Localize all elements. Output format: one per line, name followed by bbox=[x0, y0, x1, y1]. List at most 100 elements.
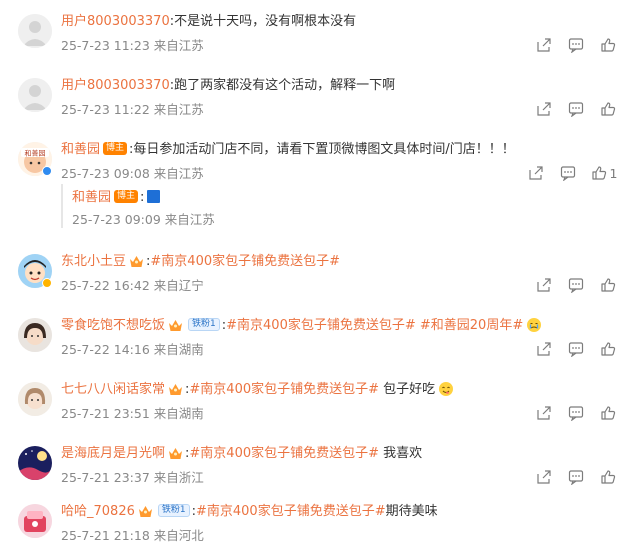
author-badge: 博主 bbox=[114, 190, 139, 203]
comment-meta: 25-7-23 11:22 来自江苏 bbox=[61, 102, 204, 117]
crying-emoji-icon bbox=[527, 317, 542, 332]
username-link[interactable]: 和善园 bbox=[72, 190, 111, 205]
comment-text: :跑了两家都没有这个活动，解释一下啊 bbox=[169, 78, 396, 93]
comment-item: 和善园 和善园 博主:每日参加活动门店不同，请看下置顶微博图文具体时间/门店！！！… bbox=[0, 128, 642, 192]
comment-item: 哈哈_70826 铁粉1:#南京400家包子铺免费送包子#期待美味 25-7-21… bbox=[0, 490, 642, 554]
comment-icon bbox=[568, 470, 584, 485]
like-button[interactable] bbox=[592, 275, 624, 295]
share-icon bbox=[537, 102, 551, 116]
image-icon[interactable] bbox=[147, 190, 161, 203]
hashtag-link[interactable]: #南京400家包子铺免费送包子# bbox=[150, 254, 340, 269]
share-button[interactable] bbox=[528, 35, 560, 55]
share-button[interactable] bbox=[528, 99, 560, 119]
comment-text: 包子好吃 bbox=[379, 382, 436, 397]
like-button[interactable] bbox=[592, 99, 624, 119]
username-link[interactable]: 用户8003003370 bbox=[61, 14, 170, 29]
comment-text-line: 东北小土豆:#南京400家包子铺免费送包子# bbox=[61, 252, 340, 272]
comment-item: 用户8003003370:跑了两家都没有这个活动，解释一下啊 25-7-23 1… bbox=[0, 64, 642, 128]
comment-button[interactable] bbox=[560, 339, 592, 359]
share-button[interactable] bbox=[520, 163, 552, 183]
comment-item: 七七八八闲话家常:#南京400家包子铺免费送包子# 包子好吃 25-7-21 2… bbox=[0, 368, 642, 432]
yummy-emoji-icon bbox=[439, 381, 454, 396]
avatar[interactable] bbox=[18, 446, 52, 480]
like-icon bbox=[601, 102, 616, 116]
verified-icon bbox=[42, 166, 52, 176]
fan-badge: 铁粉1 bbox=[157, 504, 190, 517]
like-icon bbox=[601, 342, 616, 356]
share-icon bbox=[537, 342, 551, 356]
comment-icon bbox=[568, 102, 584, 117]
hashtag-link[interactable]: #南京400家包子铺免费送包子# bbox=[226, 318, 416, 333]
username-link[interactable]: 用户8003003370 bbox=[61, 78, 170, 93]
share-button[interactable] bbox=[528, 339, 560, 359]
share-icon bbox=[537, 38, 551, 52]
avatar[interactable] bbox=[18, 382, 52, 416]
like-button[interactable] bbox=[592, 35, 624, 55]
comment-button[interactable] bbox=[552, 163, 584, 183]
comment-text-line: 和善园 博主:每日参加活动门店不同，请看下置顶微博图文具体时间/门店！！！ bbox=[61, 140, 515, 160]
share-button[interactable] bbox=[528, 467, 560, 487]
comment-actions bbox=[528, 99, 624, 119]
comment-meta: 25-7-21 21:18 来自河北 bbox=[61, 528, 204, 543]
hashtag-link[interactable]: #南京400家包子铺免费送包子# bbox=[189, 446, 379, 461]
comment-actions bbox=[528, 35, 624, 55]
like-icon bbox=[591, 166, 606, 180]
crown-icon bbox=[169, 319, 183, 331]
comment-button[interactable] bbox=[560, 275, 592, 295]
username-link[interactable]: 是海底月是月光啊 bbox=[61, 446, 165, 461]
username-link[interactable]: 哈哈_70826 bbox=[61, 504, 135, 519]
comment-button[interactable] bbox=[560, 35, 592, 55]
avatar[interactable] bbox=[18, 14, 52, 48]
comment-meta: 25-7-23 09:08 来自江苏 bbox=[61, 166, 204, 181]
reply-text-line: 和善园 博主: bbox=[72, 188, 161, 208]
comment-icon bbox=[568, 406, 584, 421]
comment-item: 用户8003003370:不是说十天吗，没有啊根本没有 25-7-23 11:2… bbox=[0, 0, 642, 64]
comment-text-line: 是海底月是月光啊:#南京400家包子铺免费送包子# 我喜欢 bbox=[61, 444, 422, 464]
comment-text-line: 哈哈_70826 铁粉1:#南京400家包子铺免费送包子#期待美味 bbox=[61, 502, 438, 522]
comment-text-line: 零食吃饱不想吃饭 铁粉1:#南京400家包子铺免费送包子# #和善园20周年# bbox=[61, 316, 542, 336]
crown-icon bbox=[138, 505, 152, 517]
comment-text-line: 用户8003003370:跑了两家都没有这个活动，解释一下啊 bbox=[61, 76, 395, 96]
username-link[interactable]: 东北小土豆 bbox=[61, 254, 126, 269]
avatar[interactable] bbox=[18, 504, 52, 538]
share-button[interactable] bbox=[528, 275, 560, 295]
comment-button[interactable] bbox=[560, 403, 592, 423]
like-icon bbox=[601, 406, 616, 420]
comment-icon bbox=[568, 38, 584, 53]
like-count: 1 bbox=[609, 165, 618, 181]
reply-meta: 25-7-23 09:09 来自江苏 bbox=[72, 212, 215, 227]
hashtag-link[interactable]: #南京400家包子铺免费送包子# bbox=[196, 504, 386, 519]
comment-meta: 25-7-21 23:51 来自湖南 bbox=[61, 406, 204, 421]
comment-meta: 25-7-22 16:42 来自辽宁 bbox=[61, 278, 204, 293]
avatar[interactable] bbox=[18, 318, 52, 352]
comment-list: 用户8003003370:不是说十天吗，没有啊根本没有 25-7-23 11:2… bbox=[0, 0, 642, 554]
avatar[interactable] bbox=[18, 78, 52, 112]
comment-item: 零食吃饱不想吃饭 铁粉1:#南京400家包子铺免费送包子# #和善园20周年# 2… bbox=[0, 304, 642, 368]
like-button[interactable] bbox=[592, 339, 624, 359]
crown-icon bbox=[169, 383, 183, 395]
comment-actions bbox=[528, 467, 624, 487]
hashtag-link[interactable]: #南京400家包子铺免费送包子# bbox=[189, 382, 379, 397]
reply-text: : bbox=[140, 190, 145, 205]
username-link[interactable]: 七七八八闲话家常 bbox=[61, 382, 165, 397]
username-link[interactable]: 零食吃饱不想吃饭 bbox=[61, 318, 165, 333]
like-icon bbox=[601, 38, 616, 52]
share-icon bbox=[537, 406, 551, 420]
crown-icon bbox=[130, 255, 144, 267]
comment-item: 是海底月是月光啊:#南京400家包子铺免费送包子# 我喜欢 25-7-21 23… bbox=[0, 432, 642, 496]
comment-icon bbox=[560, 166, 576, 181]
comment-actions bbox=[528, 403, 624, 423]
share-icon bbox=[529, 166, 543, 180]
comment-item: 东北小土豆:#南京400家包子铺免费送包子# 25-7-22 16:42 来自辽… bbox=[0, 240, 642, 304]
hashtag-link[interactable]: #和善园20周年# bbox=[420, 318, 523, 333]
comment-meta: 25-7-23 11:23 来自江苏 bbox=[61, 38, 204, 53]
comment-text: 我喜欢 bbox=[379, 446, 423, 461]
share-button[interactable] bbox=[528, 403, 560, 423]
comment-icon bbox=[568, 342, 584, 357]
comment-button[interactable] bbox=[560, 99, 592, 119]
like-button[interactable] bbox=[592, 403, 624, 423]
like-button[interactable] bbox=[592, 467, 624, 487]
comment-button[interactable] bbox=[560, 467, 592, 487]
username-link[interactable]: 和善园 bbox=[61, 142, 100, 157]
like-button[interactable]: 1 bbox=[584, 163, 624, 183]
